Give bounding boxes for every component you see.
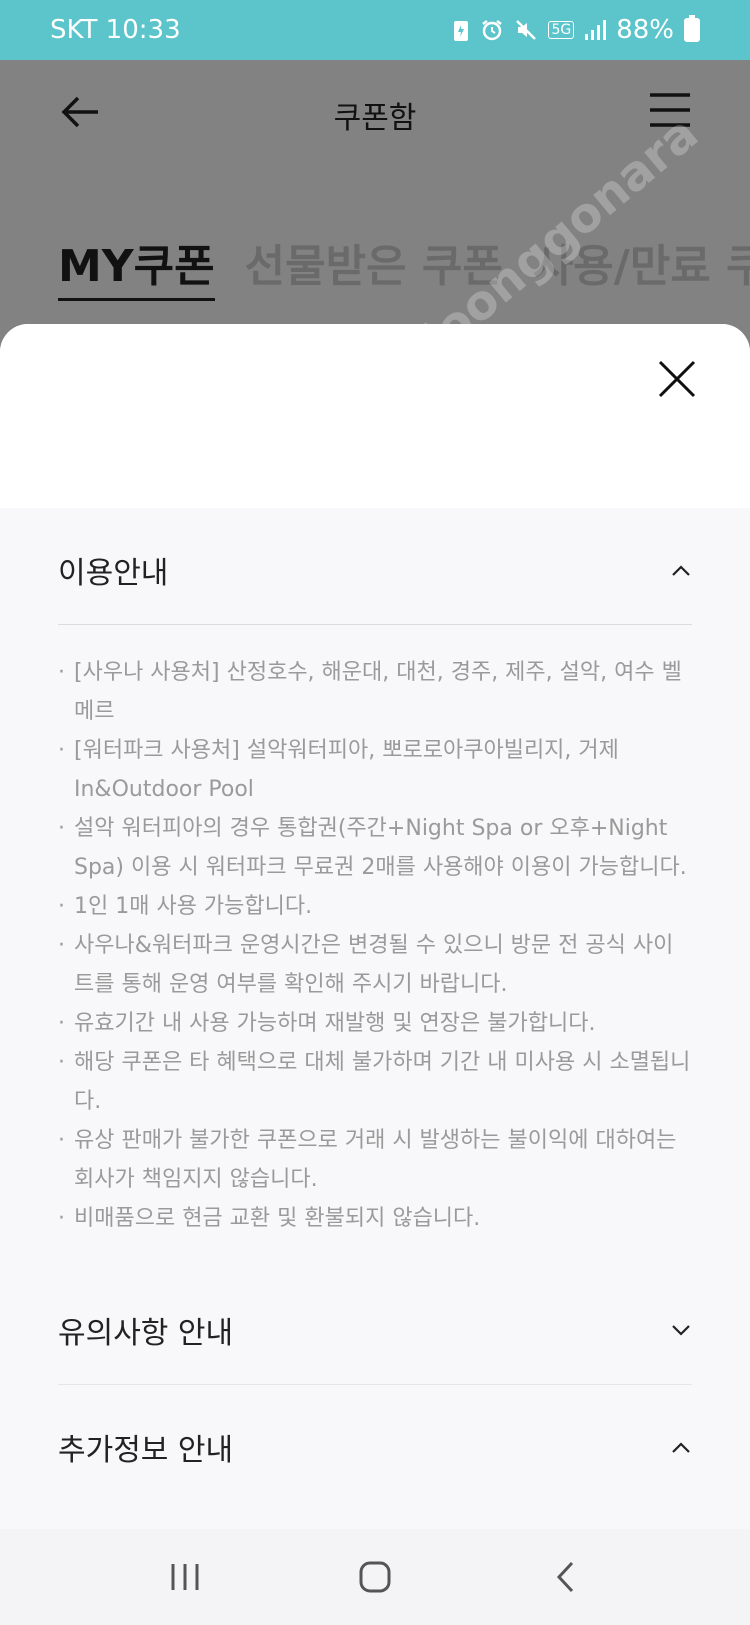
- section-title: 이용안내: [58, 556, 169, 591]
- section-additional-info-header[interactable]: 추가정보 안내: [58, 1385, 692, 1501]
- chevron-up-icon: [672, 1442, 690, 1453]
- coupon-tabs: MY쿠폰 선물받은 쿠폰 사용/만료 쿠: [58, 230, 750, 301]
- coupon-detail-sheet: 이용안내 [사우나 사용처] 산정호수, 해운대, 대천, 경주, 제주, 설악…: [0, 324, 750, 1529]
- list-item: [워터파크 사용처] 설악워터피아, 뽀로로아쿠아빌리지, 거제 In&Outd…: [58, 731, 692, 809]
- usage-guide-list: [사우나 사용처] 산정호수, 해운대, 대천, 경주, 제주, 설악, 여수 …: [58, 625, 692, 1278]
- chevron-down-icon: [672, 1325, 690, 1336]
- list-item: 사우나&워터파크 운영시간은 변경될 수 있으니 방문 전 공식 사이트를 통해…: [58, 926, 692, 1004]
- section-caution-header[interactable]: 유의사항 안내: [58, 1278, 692, 1385]
- list-item: 1인 1매 사용 가능합니다.: [58, 887, 692, 926]
- signal-icon: [584, 19, 607, 41]
- list-item: [사우나 사용처] 산정호수, 해운대, 대천, 경주, 제주, 설악, 여수 …: [58, 653, 692, 731]
- list-item: 유상 판매가 불가한 쿠폰으로 거래 시 발생하는 불이익에 대하여는 회사가 …: [58, 1121, 692, 1199]
- nav-back-icon[interactable]: [535, 1547, 595, 1607]
- list-item: 설악 워터피아의 경우 통합권(주간+Night Spa or 오후+Night…: [58, 809, 692, 887]
- mute-icon: [514, 18, 538, 42]
- home-icon[interactable]: [345, 1547, 405, 1607]
- section-usage-guide-header[interactable]: 이용안내: [58, 508, 692, 625]
- section-title: 유의사항 안내: [58, 1316, 234, 1351]
- chevron-up-icon: [672, 565, 690, 576]
- tab-my-coupon[interactable]: MY쿠폰: [58, 230, 215, 301]
- carrier-time: SKT 10:33: [50, 15, 181, 45]
- list-item: 유효기간 내 사용 가능하며 재발행 및 연장은 불가합니다.: [58, 1004, 692, 1043]
- close-icon[interactable]: [656, 358, 698, 400]
- recent-apps-icon[interactable]: [155, 1547, 215, 1607]
- section-additional-info: 추가정보 안내: [58, 1385, 692, 1501]
- battery-saver-icon: [452, 18, 470, 42]
- section-usage-guide: 이용안내 [사우나 사용처] 산정호수, 해운대, 대천, 경주, 제주, 설악…: [58, 508, 692, 1278]
- system-nav-bar: [0, 1529, 750, 1625]
- network-5g-label: 5G: [548, 21, 575, 39]
- back-arrow-icon[interactable]: [58, 90, 102, 134]
- page-title: 쿠폰함: [333, 101, 417, 136]
- sheet-top-area: [0, 324, 750, 508]
- battery-icon: [684, 15, 700, 42]
- list-item: 비매품으로 현금 교환 및 환불되지 않습니다.: [58, 1199, 692, 1238]
- battery-level: 88%: [616, 15, 674, 45]
- section-caution: 유의사항 안내: [58, 1278, 692, 1385]
- section-title: 추가정보 안내: [58, 1433, 234, 1468]
- alarm-icon: [480, 18, 504, 42]
- status-icons: 5G 88%: [452, 15, 700, 45]
- list-item: 해당 쿠폰은 타 혜택으로 대체 불가하며 기간 내 미사용 시 소멸됩니다.: [58, 1043, 692, 1121]
- status-bar: SKT 10:33 5G 88%: [0, 0, 750, 60]
